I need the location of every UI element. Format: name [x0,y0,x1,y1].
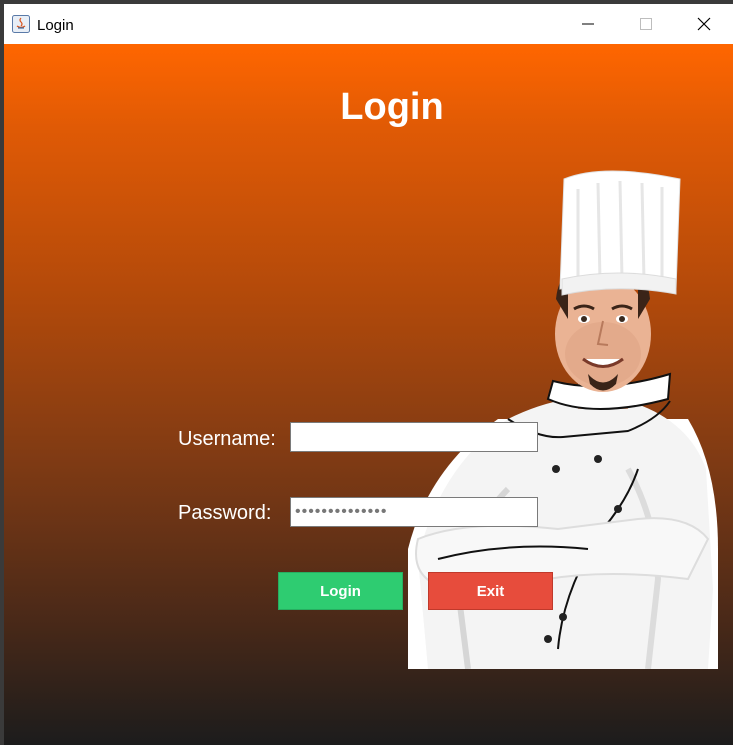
login-window: Login Login Username: Password: ••••••••… [4,4,733,745]
login-panel: Login Username: Password: ••••••••••••••… [4,44,733,745]
password-input[interactable]: •••••••••••••• [290,497,538,527]
window-title: Login [37,17,74,34]
exit-button[interactable]: Exit [428,572,553,610]
maximize-button[interactable] [617,4,675,44]
maximize-icon [640,18,652,30]
password-label: Password: [178,502,272,524]
username-input[interactable] [290,422,538,452]
java-app-icon [12,15,30,33]
minimize-button[interactable] [559,4,617,44]
title-bar[interactable]: Login [4,4,733,44]
page-title: Login [340,86,444,128]
login-button[interactable]: Login [278,572,403,610]
username-label: Username: [178,428,276,450]
close-icon [697,17,711,31]
close-button[interactable] [675,4,733,44]
minimize-icon [582,23,594,25]
